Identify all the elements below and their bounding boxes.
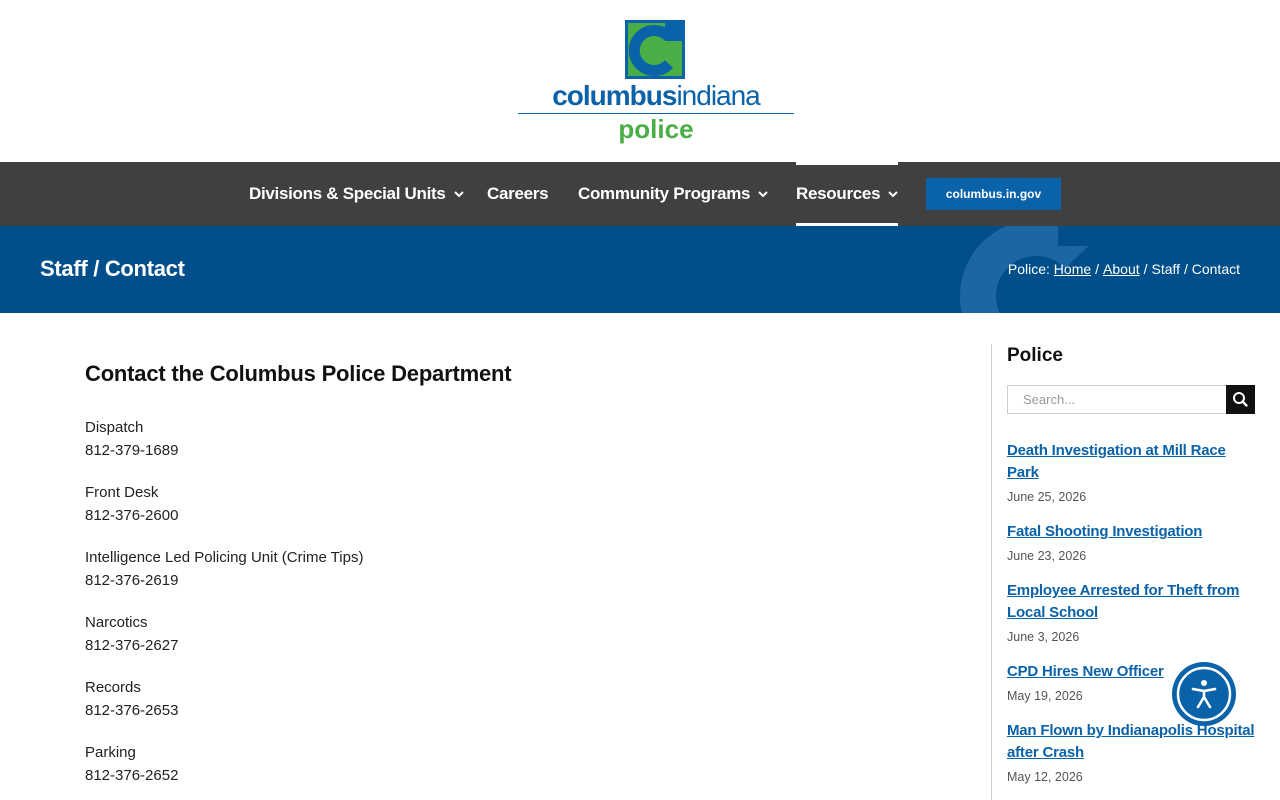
search-input[interactable] bbox=[1007, 385, 1227, 414]
nav-item-label: Community Programs bbox=[578, 184, 751, 203]
breadcrumb: Police: Home / About / Staff / Contact bbox=[1008, 260, 1240, 278]
contact-label: Records bbox=[85, 679, 141, 696]
contact-heading: Contact the Columbus Police Department bbox=[85, 361, 512, 386]
post-date: May 12, 2026 bbox=[1007, 770, 1083, 784]
site-header: columbusindiana police bbox=[0, 0, 1280, 162]
nav-item-label: Careers bbox=[487, 184, 549, 203]
accessibility-button[interactable] bbox=[1172, 662, 1236, 726]
sidebar-divider bbox=[991, 344, 992, 800]
chevron-down-icon bbox=[758, 191, 768, 198]
nav-item-label: Divisions & Special Units bbox=[249, 184, 446, 203]
search-button[interactable] bbox=[1226, 385, 1255, 414]
main-content: Contact the Columbus Police Department D… bbox=[85, 360, 945, 800]
sidebar: Police Death Investigation at Mill Race … bbox=[1007, 344, 1257, 800]
search-icon bbox=[1233, 392, 1248, 407]
contact-item: Front Desk 812-376-2600 bbox=[85, 481, 945, 527]
contact-item: Intelligence Led Policing Unit (Crime Ti… bbox=[85, 546, 945, 592]
contact-item: Records 812-376-2653 bbox=[85, 676, 945, 722]
post-date: June 3, 2026 bbox=[1007, 630, 1080, 644]
breadcrumb-about-link[interactable]: About bbox=[1103, 261, 1140, 277]
nav-item-careers[interactable]: Careers bbox=[487, 162, 549, 226]
post-item: Fatal Shooting Investigation June 23, 20… bbox=[1007, 521, 1257, 565]
page-title-band: Staff / Contact Police: Home / About / Staff… bbox=[0, 226, 1280, 313]
contact-label: Front Desk bbox=[85, 484, 159, 501]
contact-label: Narcotics bbox=[85, 614, 148, 631]
post-date: June 23, 2026 bbox=[1007, 549, 1087, 563]
contact-phone[interactable]: 812-376-2600 bbox=[85, 504, 945, 527]
contact-phone[interactable]: 812-376-2653 bbox=[85, 699, 945, 722]
sidebar-search bbox=[1007, 385, 1255, 414]
nav-item-resources[interactable]: Resources bbox=[796, 162, 899, 226]
contact-phone[interactable]: 812-376-2619 bbox=[85, 569, 945, 592]
page-title: Staff / Contact bbox=[40, 256, 185, 281]
post-item: Death Investigation at Mill Race Park Ju… bbox=[1007, 440, 1257, 506]
contact-item: Parking 812-376-2652 bbox=[85, 741, 945, 787]
chevron-down-icon bbox=[888, 191, 898, 198]
nav-item-community-programs[interactable]: Community Programs bbox=[578, 162, 768, 226]
accessibility-icon bbox=[1176, 666, 1232, 722]
sidebar-title: Police bbox=[1007, 345, 1063, 366]
contact-list: Dispatch 812-379-1689 Front Desk 812-376… bbox=[85, 416, 945, 787]
contact-phone[interactable]: 812-376-2627 bbox=[85, 634, 945, 657]
logo-wordmark: columbusindiana bbox=[552, 80, 761, 111]
post-link[interactable]: Employee Arrested for Theft from Local S… bbox=[1007, 580, 1257, 624]
contact-label: Intelligence Led Policing Unit (Crime Ti… bbox=[85, 549, 364, 566]
contact-label: Parking bbox=[85, 744, 136, 761]
city-website-button[interactable]: columbus.in.gov bbox=[926, 178, 1061, 210]
recent-posts: Death Investigation at Mill Race Park Ju… bbox=[1007, 440, 1257, 786]
post-item: Man Flown by Indianapolis Hospital after… bbox=[1007, 720, 1257, 786]
contact-phone[interactable]: 812-379-1689 bbox=[85, 439, 945, 462]
contact-label: Dispatch bbox=[85, 419, 144, 436]
breadcrumb-separator: / bbox=[1095, 261, 1100, 277]
columbus-c-logo-icon bbox=[625, 20, 685, 79]
post-item: Employee Arrested for Theft from Local S… bbox=[1007, 580, 1257, 646]
nav-item-divisions[interactable]: Divisions & Special Units bbox=[249, 162, 464, 226]
main-nav: Divisions & Special Units Careers Commun… bbox=[0, 162, 1280, 226]
contact-item: Dispatch 812-379-1689 bbox=[85, 416, 945, 462]
breadcrumb-current: Staff / Contact bbox=[1151, 261, 1240, 277]
post-link[interactable]: Fatal Shooting Investigation bbox=[1007, 521, 1257, 543]
post-link[interactable]: Death Investigation at Mill Race Park bbox=[1007, 440, 1257, 484]
breadcrumb-separator: / bbox=[1143, 261, 1148, 277]
contact-phone[interactable]: 812-376-2652 bbox=[85, 764, 945, 787]
nav-item-label: Resources bbox=[796, 184, 881, 203]
post-date: June 25, 2026 bbox=[1007, 490, 1087, 504]
logo-subtitle: police bbox=[618, 114, 694, 144]
contact-item: Narcotics 812-376-2627 bbox=[85, 611, 945, 657]
breadcrumb-home-link[interactable]: Home bbox=[1054, 261, 1091, 277]
post-link[interactable]: Man Flown by Indianapolis Hospital after… bbox=[1007, 720, 1257, 764]
chevron-down-icon bbox=[453, 191, 464, 198]
site-logo[interactable]: columbusindiana police bbox=[518, 18, 794, 144]
breadcrumb-prefix: Police: bbox=[1007, 261, 1050, 277]
